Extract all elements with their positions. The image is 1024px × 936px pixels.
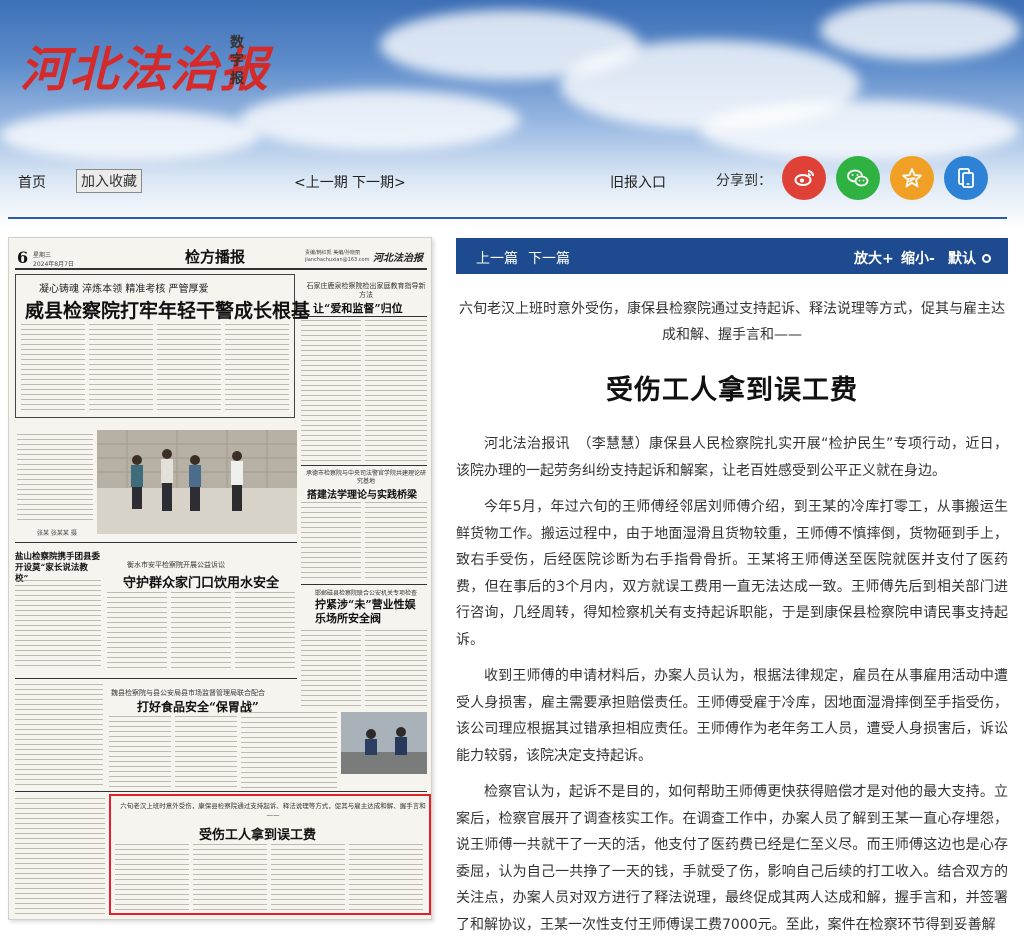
share-wechat-button[interactable] xyxy=(836,156,880,200)
weibo-icon xyxy=(794,170,814,186)
right-story2-kicker: 承德市检察院与中央司法警官学院共建理论研究基地 xyxy=(305,470,426,485)
share-qzone-button[interactable] xyxy=(890,156,934,200)
page-weekday: 星期三 xyxy=(33,252,52,259)
article-paragraph: 收到王师傅的申请材料后，办案人员认为，根据法律规定，雇员在从事雇用活动中遭受人身… xyxy=(456,668,1008,764)
right-story2-title: 搭建法学理论与实践桥梁 xyxy=(307,490,417,501)
reset-zoom-label: 默认 xyxy=(948,251,976,267)
zoom-out-button[interactable]: 缩小- xyxy=(901,248,935,268)
newspaper-page[interactable]: 6 星期三 2024年8月7日 检方播报 责编/韩红凯 美编/孙晓丽 jianc… xyxy=(8,237,432,920)
next-issue-link[interactable]: 下一期> xyxy=(352,172,406,192)
right-story3-kicker: 邯郸磁县检察院联合公安机关专项检查 xyxy=(314,590,417,597)
small-news-photo xyxy=(341,712,427,774)
article-title: 受伤工人拿到误工费 xyxy=(606,375,858,406)
mid-story-title: 守护群众家门口饮用水安全 xyxy=(123,576,280,591)
page-masthead: 河北法治报 xyxy=(373,253,423,264)
right-story3-title: 拧紧涉“未”营业性娱乐场所安全阀 xyxy=(315,598,416,625)
news-photo xyxy=(97,430,297,534)
active-article-highlight[interactable] xyxy=(109,794,431,915)
qzone-star-icon xyxy=(902,168,922,188)
header-divider xyxy=(8,217,1007,219)
share-weibo-button[interactable] xyxy=(782,156,826,200)
prev-issue-link[interactable]: <上一期 xyxy=(294,172,348,192)
right-story1-kicker: 石家庄鹿泉检察院检出家庭教育指导新方法 xyxy=(306,282,426,299)
photo-caption: 张某 张某某 摄 xyxy=(37,530,77,537)
site-header: 河北法治报 数字报 首页 加入收藏 <上一期 下一期> 旧报入口 分享到： xyxy=(0,0,1024,230)
page-email: jianchachuxian@163.com xyxy=(305,257,370,263)
article-paragraph: 今年5月，年过六旬的王师傅经邻居刘师傅介绍，到王某的冷库打零工，从事搬运生鲜货物… xyxy=(456,499,1008,648)
logo-subtitle: 数字报 xyxy=(230,35,244,87)
page-number: 6 xyxy=(17,248,29,267)
nav-bar: 首页 加入收藏 <上一期 下一期> 旧报入口 分享到： xyxy=(0,156,1024,216)
article-subtitle: 六旬老汉上班时意外受伤，康保县检察院通过支持起诉、释法说理等方式，促其与雇主达成… xyxy=(459,301,1005,343)
mid-story-kicker: 衡水市安平检察院开展公益诉讼 xyxy=(127,561,225,569)
page-date: 2024年8月7日 xyxy=(33,261,74,268)
main-story-headline: 威县检察院打牢年轻干警成长根基 xyxy=(25,300,311,322)
archive-link[interactable]: 旧报入口 xyxy=(610,172,666,192)
share-mobile-button[interactable] xyxy=(944,156,988,200)
page-section: 检方播报 xyxy=(185,248,246,266)
article-body: 六旬老汉上班时意外受伤，康保县检察院通过支持起诉、释法说理等方式，促其与雇主达成… xyxy=(456,290,1008,936)
page-editor: 责编/韩红凯 美编/孙晓丽 xyxy=(305,250,360,256)
add-favorite-button[interactable]: 加入收藏 xyxy=(76,169,142,193)
right-story1-title: 让“爱和监督”归位 xyxy=(313,302,403,315)
main-story-kicker: 凝心铸魂 淬炼本领 精准考核 严管厚爱 xyxy=(39,284,209,295)
wechat-icon xyxy=(847,169,869,187)
prev-article-link[interactable]: 上一篇 xyxy=(476,248,518,268)
article-paragraph: 河北法治报讯 （李慧慧）康保县人民检察院扎实开展“检护民生”专项行动，近日，该院… xyxy=(456,436,1008,479)
article-toolbar: 上一篇 下一篇 放大+ 缩小- 默认 xyxy=(456,238,1008,274)
zoom-in-button[interactable]: 放大+ xyxy=(854,248,894,268)
share-label: 分享到： xyxy=(716,173,772,189)
article-paragraph: 检察官认为，起诉不是目的，如何帮助王师傅更快获得赔偿才是对他的最大支持。立案后，… xyxy=(456,784,1008,933)
next-article-link[interactable]: 下一篇 xyxy=(528,248,570,268)
mobile-icon xyxy=(958,168,974,188)
reset-circle-icon xyxy=(981,254,991,263)
reset-zoom-button[interactable]: 默认 xyxy=(948,248,991,268)
bottom-story-kicker: 魏县检察院与县公安局县市场监督管理局联合配合 xyxy=(111,689,265,697)
home-link[interactable]: 首页 xyxy=(18,172,46,192)
